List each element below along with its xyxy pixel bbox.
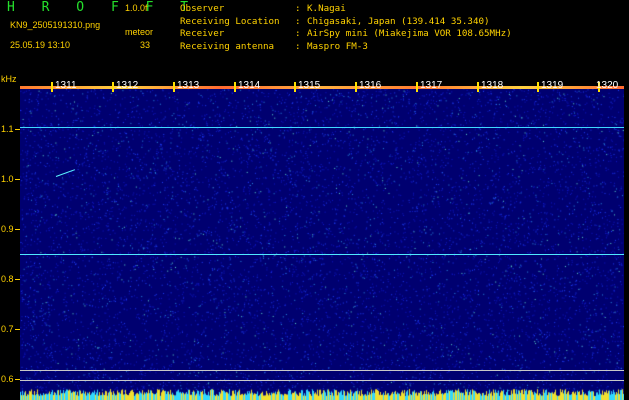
info-value: K.Nagai [307,3,346,14]
x-tick-mark [477,82,479,92]
y-tick-label: 0.6 [1,374,14,384]
info-key: Receiver [180,28,225,39]
x-tick-mark [112,82,114,92]
filename-label: KN9_2505191310.png [10,20,101,30]
x-tick-mark [51,82,53,92]
info-key: Receiving antenna [180,40,275,52]
x-tick-mark [294,82,296,92]
info-value: Maspro FM-3 [307,40,368,52]
info-key: Observer [180,3,225,14]
y-tick-label: 1.0 [1,174,14,184]
info-value: AirSpy mini (Miakejima VOR 108.65MHz) [307,28,512,39]
y-tick-label: 0.9 [1,224,14,234]
x-tick-label: 1315 [298,80,321,91]
waterfall-plot[interactable] [20,87,624,400]
x-tick-mark [234,82,236,92]
x-tick-label: 1311 [55,80,77,91]
info-value: Chigasaki, Japan (139.414 35.340) [307,15,490,27]
x-tick-label: 1316 [359,80,382,91]
info-row-antenna: Receiving antenna: Maspro FM-3 [180,40,368,52]
x-tick-mark [355,82,357,92]
x-tick-label: 1318 [481,80,504,91]
version-label: 1.0.0f [125,3,148,13]
reference-line [20,380,624,381]
mode-label: meteor [125,27,154,37]
x-tick-label: 1319 [541,80,564,91]
carrier-line-upper [20,127,624,128]
station-info: Observer: K.Nagai Receiving Location: Chig… [180,3,512,53]
reference-line [20,370,624,371]
y-tick-label: 0.8 [1,274,14,284]
info-key: Receiving Location [180,15,280,27]
carrier-line-vor [20,254,624,255]
info-row-location: Receiving Location: Chigasaki, Japan (139… [180,15,490,27]
info-row-receiver: Receiver: AirSpy mini (Miakejima VOR 108.… [180,28,512,39]
info-row-observer: Observer: K.Nagai [180,3,346,14]
meteor-count: 33 [140,40,151,50]
header-panel: H R O F F T 1.0.0f KN9_2505191310.png me… [0,0,629,80]
datetime-label: 25.05.19 13:10 [10,40,71,50]
x-tick-label: 1317 [420,80,443,91]
x-tick-label: 1320 [596,80,619,91]
y-tick-label: 0.7 [1,324,14,334]
y-axis-unit: kHz [1,74,17,84]
x-tick-label: 1312 [116,80,139,91]
y-tick-label: 1.1 [1,124,14,134]
x-tick-label: 1313 [177,80,200,91]
x-tick-mark [416,82,418,92]
app-title: H R O F F T [7,0,198,15]
x-tick-mark [537,82,539,92]
x-tick-label: 1314 [238,80,261,91]
time-scale-bar [20,86,624,89]
x-tick-mark [173,82,175,92]
noise-canvas [20,87,624,400]
